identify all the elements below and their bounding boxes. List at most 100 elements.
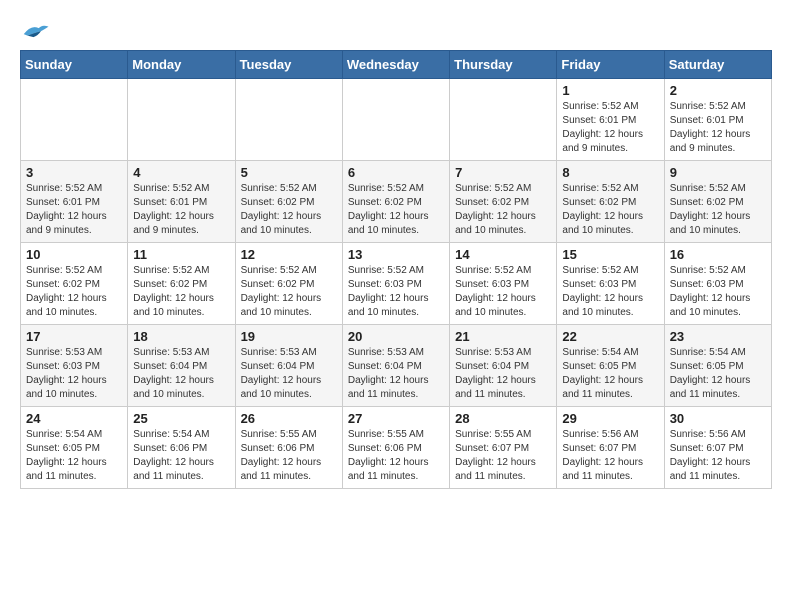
day-number: 19 xyxy=(241,329,337,344)
day-number: 3 xyxy=(26,165,122,180)
calendar-cell: 6 Sunrise: 5:52 AM Sunset: 6:02 PM Daylig… xyxy=(342,161,449,243)
day-info: Sunrise: 5:52 AM Sunset: 6:03 PM Dayligh… xyxy=(455,264,551,320)
day-info: Sunrise: 5:52 AM Sunset: 6:02 PM Dayligh… xyxy=(26,264,122,320)
day-number: 8 xyxy=(562,165,658,180)
calendar-cell: 18Sunrise: 5:53 AM Sunset: 6:04 PM Dayli… xyxy=(128,325,235,407)
day-info: Sunrise: 5:54 AM Sunset: 6:06 PM Dayligh… xyxy=(133,428,229,484)
calendar-cell: 25 Sunrise: 5:54 AM Sunset: 6:06 PM Dayli… xyxy=(128,407,235,489)
calendar-week-5: 24 Sunrise: 5:54 AM Sunset: 6:05 PM Dayli… xyxy=(21,407,772,489)
day-number: 30 xyxy=(670,411,766,426)
day-number: 22 xyxy=(562,329,658,344)
day-number: 27 xyxy=(348,411,444,426)
calendar-cell: 4 Sunrise: 5:52 AM Sunset: 6:01 PM Daylig… xyxy=(128,161,235,243)
calendar-cell: 16 Sunrise: 5:52 AM Sunset: 6:03 PM Dayli… xyxy=(664,243,771,325)
weekday-header-wednesday: Wednesday xyxy=(342,51,449,79)
day-number: 2 xyxy=(670,83,766,98)
day-info: Sunrise: 5:52 AM Sunset: 6:02 PM Dayligh… xyxy=(348,182,444,238)
calendar-cell: 20Sunrise: 5:53 AM Sunset: 6:04 PM Dayli… xyxy=(342,325,449,407)
calendar-cell: 15 Sunrise: 5:52 AM Sunset: 6:03 PM Dayli… xyxy=(557,243,664,325)
day-number: 13 xyxy=(348,247,444,262)
calendar-cell: 28 Sunrise: 5:55 AM Sunset: 6:07 PM Dayli… xyxy=(450,407,557,489)
calendar-cell: 13Sunrise: 5:52 AM Sunset: 6:03 PM Dayli… xyxy=(342,243,449,325)
day-info: Sunrise: 5:55 AM Sunset: 6:07 PM Dayligh… xyxy=(455,428,551,484)
calendar-cell: 2 Sunrise: 5:52 AM Sunset: 6:01 PM Daylig… xyxy=(664,79,771,161)
calendar-cell: 5 Sunrise: 5:52 AM Sunset: 6:02 PM Daylig… xyxy=(235,161,342,243)
day-info: Sunrise: 5:52 AM Sunset: 6:03 PM Dayligh… xyxy=(562,264,658,320)
calendar-cell: 29 Sunrise: 5:56 AM Sunset: 6:07 PM Dayli… xyxy=(557,407,664,489)
calendar-cell: 3 Sunrise: 5:52 AM Sunset: 6:01 PM Daylig… xyxy=(21,161,128,243)
day-info: Sunrise: 5:52 AM Sunset: 6:01 PM Dayligh… xyxy=(670,100,766,156)
weekday-header-sunday: Sunday xyxy=(21,51,128,79)
day-info: Sunrise: 5:53 AM Sunset: 6:04 PM Dayligh… xyxy=(455,346,551,402)
calendar-cell xyxy=(450,79,557,161)
day-info: Sunrise: 5:53 AM Sunset: 6:04 PM Dayligh… xyxy=(348,346,444,402)
day-info: Sunrise: 5:52 AM Sunset: 6:01 PM Dayligh… xyxy=(562,100,658,156)
calendar-cell: 21 Sunrise: 5:53 AM Sunset: 6:04 PM Dayli… xyxy=(450,325,557,407)
day-info: Sunrise: 5:56 AM Sunset: 6:07 PM Dayligh… xyxy=(670,428,766,484)
weekday-header-thursday: Thursday xyxy=(450,51,557,79)
day-number: 12 xyxy=(241,247,337,262)
calendar-cell: 26Sunrise: 5:55 AM Sunset: 6:06 PM Dayli… xyxy=(235,407,342,489)
day-number: 21 xyxy=(455,329,551,344)
calendar-cell: 1 Sunrise: 5:52 AM Sunset: 6:01 PM Daylig… xyxy=(557,79,664,161)
calendar-cell: 17 Sunrise: 5:53 AM Sunset: 6:03 PM Dayli… xyxy=(21,325,128,407)
day-number: 10 xyxy=(26,247,122,262)
day-info: Sunrise: 5:53 AM Sunset: 6:04 PM Dayligh… xyxy=(241,346,337,402)
day-info: Sunrise: 5:54 AM Sunset: 6:05 PM Dayligh… xyxy=(26,428,122,484)
day-number: 28 xyxy=(455,411,551,426)
day-info: Sunrise: 5:52 AM Sunset: 6:01 PM Dayligh… xyxy=(26,182,122,238)
day-info: Sunrise: 5:52 AM Sunset: 6:02 PM Dayligh… xyxy=(133,264,229,320)
day-info: Sunrise: 5:52 AM Sunset: 6:02 PM Dayligh… xyxy=(241,182,337,238)
day-info: Sunrise: 5:52 AM Sunset: 6:02 PM Dayligh… xyxy=(670,182,766,238)
calendar-table: SundayMondayTuesdayWednesdayThursdayFrid… xyxy=(20,50,772,489)
weekday-header-friday: Friday xyxy=(557,51,664,79)
day-info: Sunrise: 5:52 AM Sunset: 6:02 PM Dayligh… xyxy=(241,264,337,320)
day-info: Sunrise: 5:54 AM Sunset: 6:05 PM Dayligh… xyxy=(562,346,658,402)
calendar-cell: 14 Sunrise: 5:52 AM Sunset: 6:03 PM Dayli… xyxy=(450,243,557,325)
day-number: 29 xyxy=(562,411,658,426)
weekday-header-saturday: Saturday xyxy=(664,51,771,79)
calendar-cell: 23Sunrise: 5:54 AM Sunset: 6:05 PM Dayli… xyxy=(664,325,771,407)
day-info: Sunrise: 5:52 AM Sunset: 6:02 PM Dayligh… xyxy=(455,182,551,238)
day-number: 14 xyxy=(455,247,551,262)
day-info: Sunrise: 5:56 AM Sunset: 6:07 PM Dayligh… xyxy=(562,428,658,484)
calendar-cell: 24 Sunrise: 5:54 AM Sunset: 6:05 PM Dayli… xyxy=(21,407,128,489)
day-number: 23 xyxy=(670,329,766,344)
calendar-cell: 11 Sunrise: 5:52 AM Sunset: 6:02 PM Dayli… xyxy=(128,243,235,325)
page-header xyxy=(20,20,772,40)
logo xyxy=(20,20,54,40)
day-info: Sunrise: 5:52 AM Sunset: 6:02 PM Dayligh… xyxy=(562,182,658,238)
day-number: 26 xyxy=(241,411,337,426)
calendar-cell: 10 Sunrise: 5:52 AM Sunset: 6:02 PM Dayli… xyxy=(21,243,128,325)
day-info: Sunrise: 5:52 AM Sunset: 6:01 PM Dayligh… xyxy=(133,182,229,238)
day-number: 17 xyxy=(26,329,122,344)
calendar-header-row: SundayMondayTuesdayWednesdayThursdayFrid… xyxy=(21,51,772,79)
weekday-header-tuesday: Tuesday xyxy=(235,51,342,79)
calendar-cell: 30 Sunrise: 5:56 AM Sunset: 6:07 PM Dayli… xyxy=(664,407,771,489)
day-number: 9 xyxy=(670,165,766,180)
calendar-week-4: 17 Sunrise: 5:53 AM Sunset: 6:03 PM Dayli… xyxy=(21,325,772,407)
day-info: Sunrise: 5:53 AM Sunset: 6:04 PM Dayligh… xyxy=(133,346,229,402)
day-number: 6 xyxy=(348,165,444,180)
calendar-cell: 27 Sunrise: 5:55 AM Sunset: 6:06 PM Dayli… xyxy=(342,407,449,489)
day-number: 25 xyxy=(133,411,229,426)
day-number: 1 xyxy=(562,83,658,98)
calendar-cell: 8 Sunrise: 5:52 AM Sunset: 6:02 PM Daylig… xyxy=(557,161,664,243)
day-number: 16 xyxy=(670,247,766,262)
day-number: 24 xyxy=(26,411,122,426)
day-number: 5 xyxy=(241,165,337,180)
day-number: 4 xyxy=(133,165,229,180)
day-number: 11 xyxy=(133,247,229,262)
logo-bird-icon xyxy=(20,20,50,40)
day-info: Sunrise: 5:52 AM Sunset: 6:03 PM Dayligh… xyxy=(670,264,766,320)
calendar-cell: 12 Sunrise: 5:52 AM Sunset: 6:02 PM Dayli… xyxy=(235,243,342,325)
calendar-cell: 7 Sunrise: 5:52 AM Sunset: 6:02 PM Daylig… xyxy=(450,161,557,243)
calendar-week-1: 1 Sunrise: 5:52 AM Sunset: 6:01 PM Daylig… xyxy=(21,79,772,161)
calendar-cell: 22 Sunrise: 5:54 AM Sunset: 6:05 PM Dayli… xyxy=(557,325,664,407)
calendar-week-2: 3 Sunrise: 5:52 AM Sunset: 6:01 PM Daylig… xyxy=(21,161,772,243)
day-number: 7 xyxy=(455,165,551,180)
calendar-cell xyxy=(235,79,342,161)
day-number: 15 xyxy=(562,247,658,262)
day-info: Sunrise: 5:55 AM Sunset: 6:06 PM Dayligh… xyxy=(348,428,444,484)
day-info: Sunrise: 5:53 AM Sunset: 6:03 PM Dayligh… xyxy=(26,346,122,402)
